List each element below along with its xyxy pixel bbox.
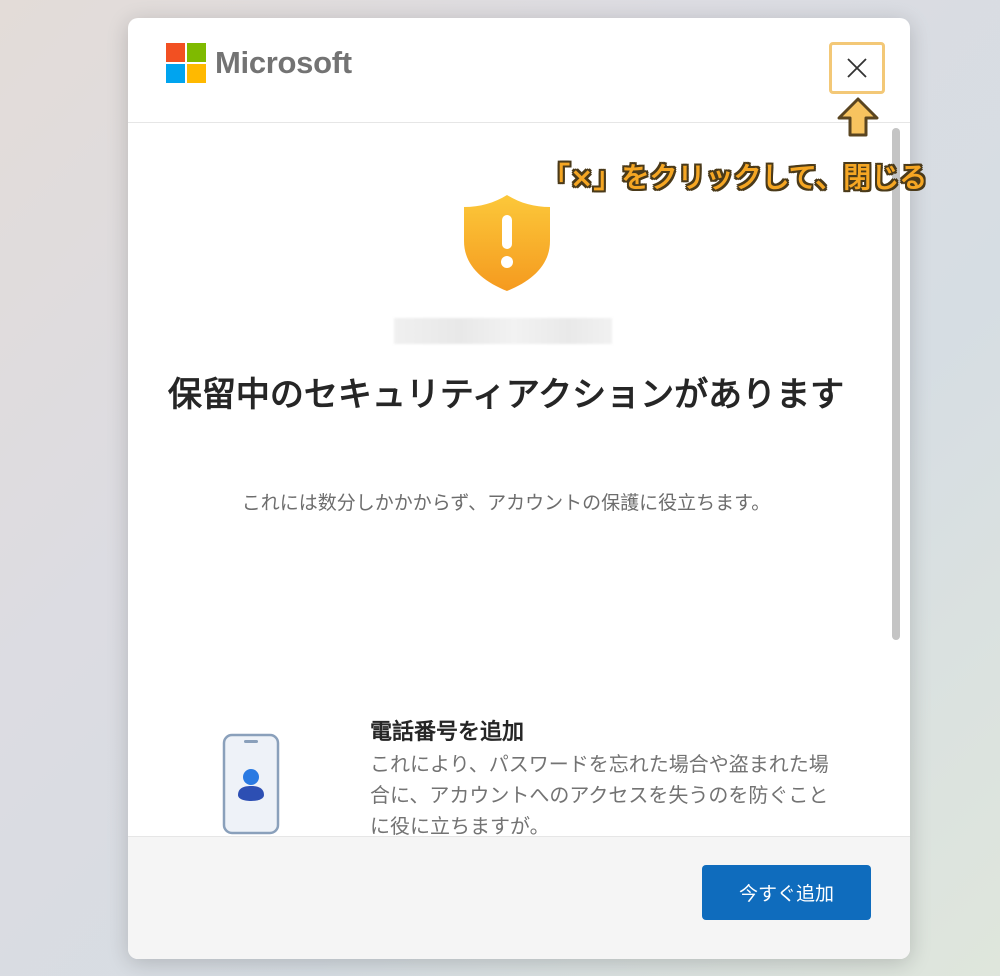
dialog-content: 保留中のセキュリティアクションがあります これには数分しかかからず、アカウントの…	[128, 123, 884, 835]
feature-description: これにより、パスワードを忘れた場合や盗まれた場合に、アカウントへのアクセスを失う…	[370, 752, 829, 835]
redacted-account-email	[394, 318, 612, 344]
close-button[interactable]	[829, 42, 885, 94]
microsoft-logo-icon	[166, 43, 206, 83]
microsoft-logo: Microsoft	[166, 43, 352, 83]
dialog-header: Microsoft	[128, 18, 910, 123]
page-subtitle: これには数分しかかからず、アカウントの保護に役立ちます。	[241, 492, 771, 514]
phone-illustration-icon	[222, 733, 280, 835]
feature-title: 電話番号を追加	[370, 720, 525, 745]
logo-text: Microsoft	[215, 45, 352, 80]
page-title: 保留中のセキュリティアクションがあります	[167, 375, 845, 415]
arrow-up-icon	[837, 97, 879, 137]
warning-shield-icon	[464, 195, 550, 291]
scrollbar[interactable]	[890, 128, 902, 834]
close-icon	[847, 58, 867, 78]
dialog-footer: 今すぐ追加	[128, 836, 910, 959]
add-now-button[interactable]: 今すぐ追加	[702, 865, 871, 920]
scrollbar-thumb[interactable]	[892, 128, 900, 640]
annotation-callout: 「×」をクリックして、閉じる	[542, 161, 928, 194]
